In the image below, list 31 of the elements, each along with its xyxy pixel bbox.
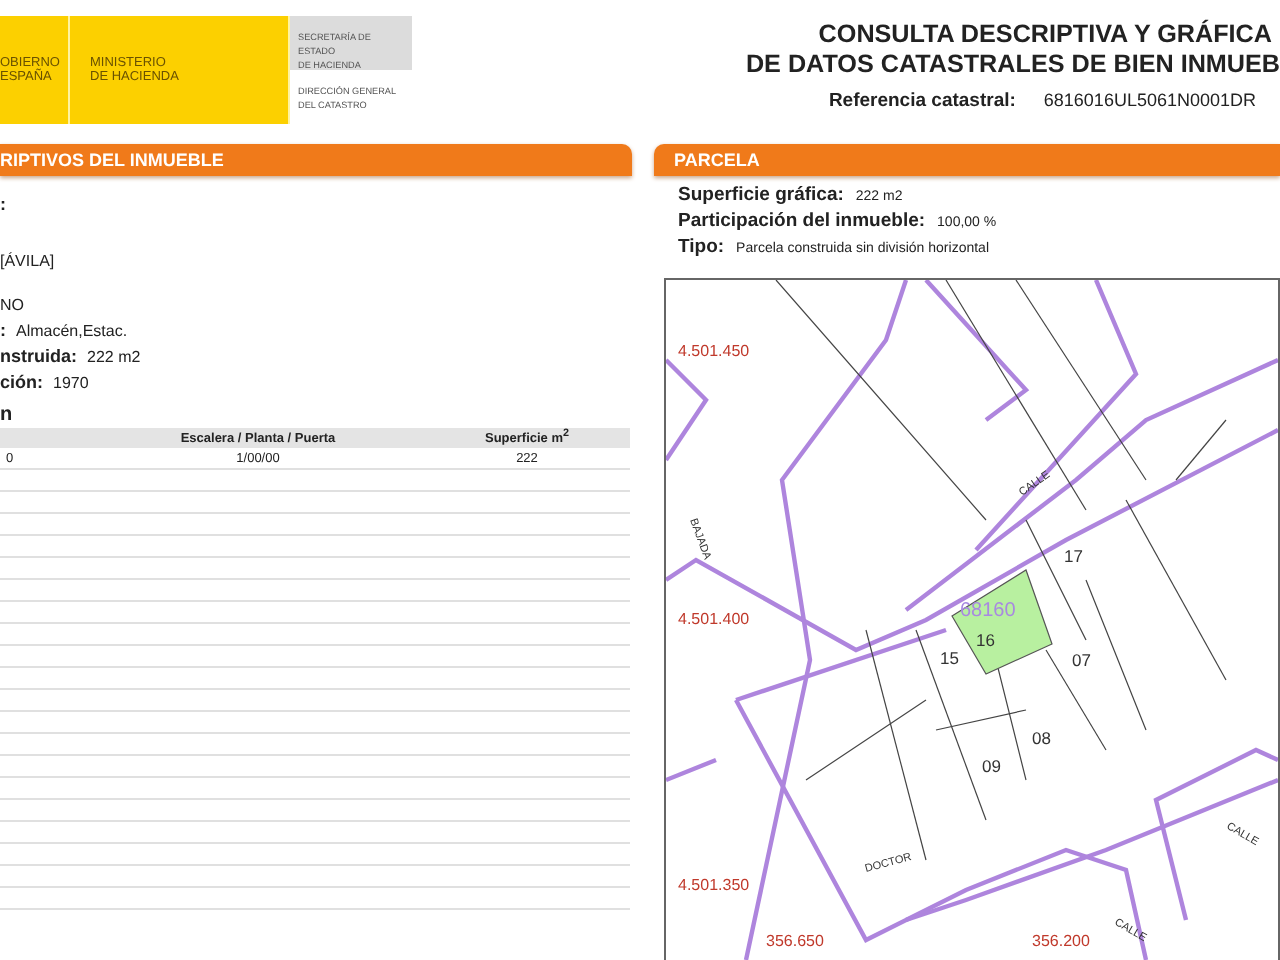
coordinate-label: 4.501.400 [678,610,750,628]
field-label: nstruida: [0,344,78,370]
section-header: PARCELA [654,144,1280,176]
plot-number: 07 [1072,650,1091,670]
plot-number: 17 [1064,546,1083,566]
document-title: DE DATOS CATASTRALES DE BIEN INMUEB [745,50,1280,80]
document-title: CONSULTA DESCRIPTIVA Y GRÁFICA [818,20,1272,50]
field-label: Tipo: [678,236,725,258]
field-label: : [0,192,6,218]
reference-value: 6816016UL5061N0001DR [1043,90,1256,112]
field-value: [ÁVILA] [0,250,55,274]
plot-number: 15 [940,648,959,668]
section-title: n [0,404,13,426]
reference-label: Referencia catastral: [828,90,1016,112]
section-header: RIPTIVOS DEL INMUEBLE [0,144,632,176]
field-value: 222 m2 [87,346,141,370]
coordinate-label: 4.501.350 [678,876,750,894]
plot-number: 16 [976,630,995,650]
plot-number: 09 [982,756,1001,776]
parcel-reference: 68160 [960,600,1016,622]
plot-number: 08 [1032,728,1051,748]
field-label: ción: [0,370,43,396]
field-value: NO [0,294,24,318]
coordinate-label: 356.650 [766,932,824,950]
coordinate-label: 4.501.450 [678,342,750,360]
field-label: : [0,318,6,344]
field-label: Superficie gráfica: [678,184,844,206]
coordinate-label: 356.200 [1032,932,1090,950]
field-value: 1970 [53,372,89,396]
field-label: Participación del inmueble: [678,210,926,232]
field-value: Almacén,Estac. [16,320,128,344]
